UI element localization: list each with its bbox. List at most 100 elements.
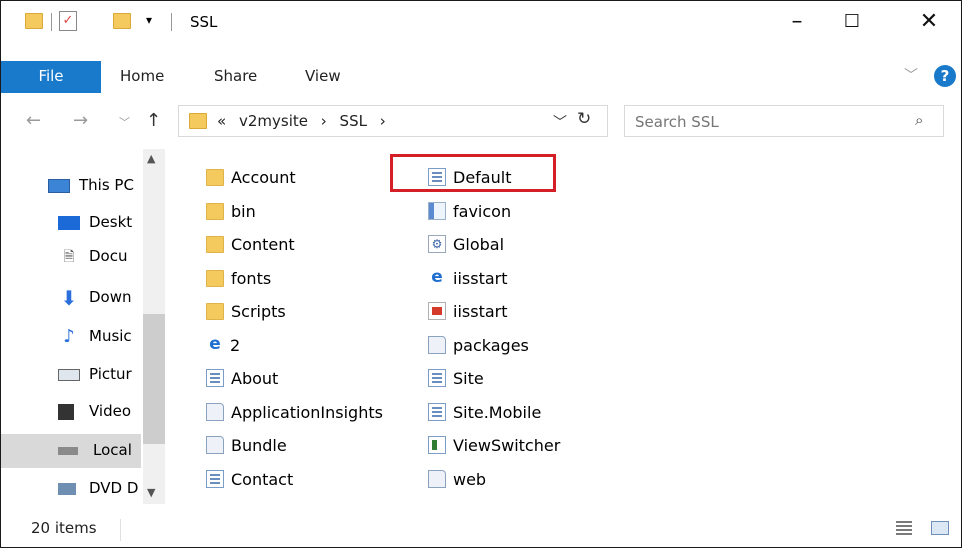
new-folder-icon[interactable] xyxy=(113,13,131,29)
file-icon xyxy=(428,470,446,488)
file-list: Account bin Content fonts Scripts e2 Abo… xyxy=(196,159,956,504)
nav-scrollbar[interactable]: ▲ ▼ xyxy=(143,149,165,504)
favicon-file-icon xyxy=(428,202,446,220)
search-input[interactable] xyxy=(633,110,907,134)
internet-explorer-icon: e xyxy=(209,334,221,354)
minimize-button[interactable]: – xyxy=(774,9,820,37)
up-arrow-icon[interactable]: ↑ xyxy=(146,110,161,131)
folder-icon xyxy=(189,113,207,129)
details-view-icon[interactable] xyxy=(896,521,912,535)
file-icon xyxy=(206,436,224,454)
properties-icon[interactable]: ✓ xyxy=(59,11,77,31)
search-box: ⌕ xyxy=(624,105,944,137)
nav-item-downloads[interactable]: ⬇ Down xyxy=(1,281,141,315)
nav-item-desktop[interactable]: Deskt xyxy=(1,206,141,240)
large-icons-view-icon[interactable] xyxy=(931,521,949,535)
nav-item-this-pc[interactable]: This PC xyxy=(1,169,141,203)
file-name: ViewSwitcher xyxy=(453,436,561,455)
scroll-up-icon[interactable]: ▲ xyxy=(147,152,155,165)
breadcrumb-separator[interactable]: › xyxy=(380,112,386,130)
separator xyxy=(120,519,121,541)
folder-icon xyxy=(206,236,224,253)
nav-item-label: Video xyxy=(89,402,132,420)
nav-item-label: Pictur xyxy=(89,365,132,383)
file-name: Site xyxy=(453,369,484,388)
aspx-file-icon xyxy=(206,369,224,387)
nav-item-label: Deskt xyxy=(89,213,133,231)
address-row: ← → ﹀ ↑ « v2mysite › SSL › ﹀ ↻ ⌕ xyxy=(1,100,961,146)
breadcrumb-ssl[interactable]: SSL xyxy=(340,112,367,130)
file-name: web xyxy=(453,470,487,489)
separator xyxy=(171,13,172,31)
file-name: iisstart xyxy=(453,269,508,288)
folder-icon xyxy=(25,13,43,29)
breadcrumb-v2mysite[interactable]: v2mysite xyxy=(239,112,308,130)
folder-icon xyxy=(206,303,224,320)
file-icon xyxy=(206,403,224,421)
scroll-thumb[interactable] xyxy=(143,314,165,444)
image-file-icon xyxy=(428,302,446,320)
file-name: Account xyxy=(231,168,296,187)
asax-gear-icon: ⚙ xyxy=(428,235,446,253)
scroll-down-icon[interactable]: ▼ xyxy=(147,486,155,499)
nav-item-dvd-drive[interactable]: DVD D xyxy=(1,472,141,504)
file-name: Scripts xyxy=(231,302,286,321)
address-dropdown-icon[interactable]: ﹀ xyxy=(553,112,567,132)
ribbon-tabs: File Home Share View ﹀ ? xyxy=(1,61,961,93)
nav-item-videos[interactable]: Video xyxy=(1,395,141,429)
navigation-pane: This PC Deskt 🗎 Docu ⬇ Down ♪ Music Pict… xyxy=(1,149,167,504)
pictures-icon xyxy=(58,369,80,381)
breadcrumb-overflow[interactable]: « xyxy=(217,112,226,130)
file-name: ApplicationInsights xyxy=(231,403,383,422)
aspx-file-icon xyxy=(206,470,224,488)
back-arrow-icon[interactable]: ← xyxy=(26,110,41,131)
monitor-icon xyxy=(48,179,70,193)
separator xyxy=(51,13,52,31)
videos-icon xyxy=(58,404,74,420)
aspx-file-icon xyxy=(428,369,446,387)
expand-ribbon-icon[interactable]: ﹀ xyxy=(904,65,918,85)
nav-item-label: DVD D xyxy=(89,479,139,497)
nav-item-label: Local xyxy=(93,441,132,459)
refresh-icon[interactable]: ↻ xyxy=(577,109,591,129)
aspx-file-icon xyxy=(428,403,446,421)
file-name: 2 xyxy=(230,336,241,355)
dvd-icon xyxy=(58,483,76,495)
explorer-window: ✓ ▾ SSL – ☐ ✕ File Home Share View ﹀ ? ←… xyxy=(0,0,962,548)
item-count: 20 items xyxy=(31,519,97,537)
nav-item-documents[interactable]: 🗎 Docu xyxy=(1,240,141,274)
quick-access-dropdown-icon[interactable]: ▾ xyxy=(146,13,152,27)
downloads-icon: ⬇ xyxy=(60,286,78,310)
folder-icon xyxy=(206,169,224,186)
maximize-button[interactable]: ☐ xyxy=(829,9,875,37)
address-bar[interactable]: « v2mysite › SSL › ﹀ ↻ xyxy=(178,105,608,137)
file-name: bin xyxy=(231,202,256,221)
file-name: Contact xyxy=(231,470,294,489)
tab-view[interactable]: View xyxy=(305,67,341,85)
folder-icon xyxy=(206,270,224,287)
nav-item-local-disk[interactable]: Local xyxy=(1,434,141,468)
tab-share[interactable]: Share xyxy=(214,67,257,85)
music-icon: ♪ xyxy=(63,326,75,347)
breadcrumb-separator[interactable]: › xyxy=(321,112,327,130)
search-icon[interactable]: ⌕ xyxy=(915,111,923,129)
window-title: SSL xyxy=(190,13,218,31)
forward-arrow-icon[interactable]: → xyxy=(73,110,88,131)
nav-item-label: Music xyxy=(89,327,132,345)
internet-explorer-icon: e xyxy=(431,267,443,287)
nav-item-label: Down xyxy=(89,288,132,306)
close-button[interactable]: ✕ xyxy=(906,9,952,37)
nav-item-music[interactable]: ♪ Music xyxy=(1,320,141,354)
documents-icon: 🗎 xyxy=(63,249,75,265)
file-name: fonts xyxy=(231,269,272,288)
file-name: Global xyxy=(453,235,505,254)
user-control-file-icon xyxy=(428,436,446,454)
help-icon[interactable]: ? xyxy=(934,65,956,87)
breadcrumb: « v2mysite › SSL › xyxy=(217,112,394,130)
recent-locations-icon[interactable]: ﹀ xyxy=(119,114,130,130)
folder-icon xyxy=(206,203,224,220)
tab-file[interactable]: File xyxy=(1,61,101,93)
highlight-box xyxy=(390,154,556,192)
tab-home[interactable]: Home xyxy=(120,67,164,85)
nav-item-pictures[interactable]: Pictur xyxy=(1,358,141,392)
